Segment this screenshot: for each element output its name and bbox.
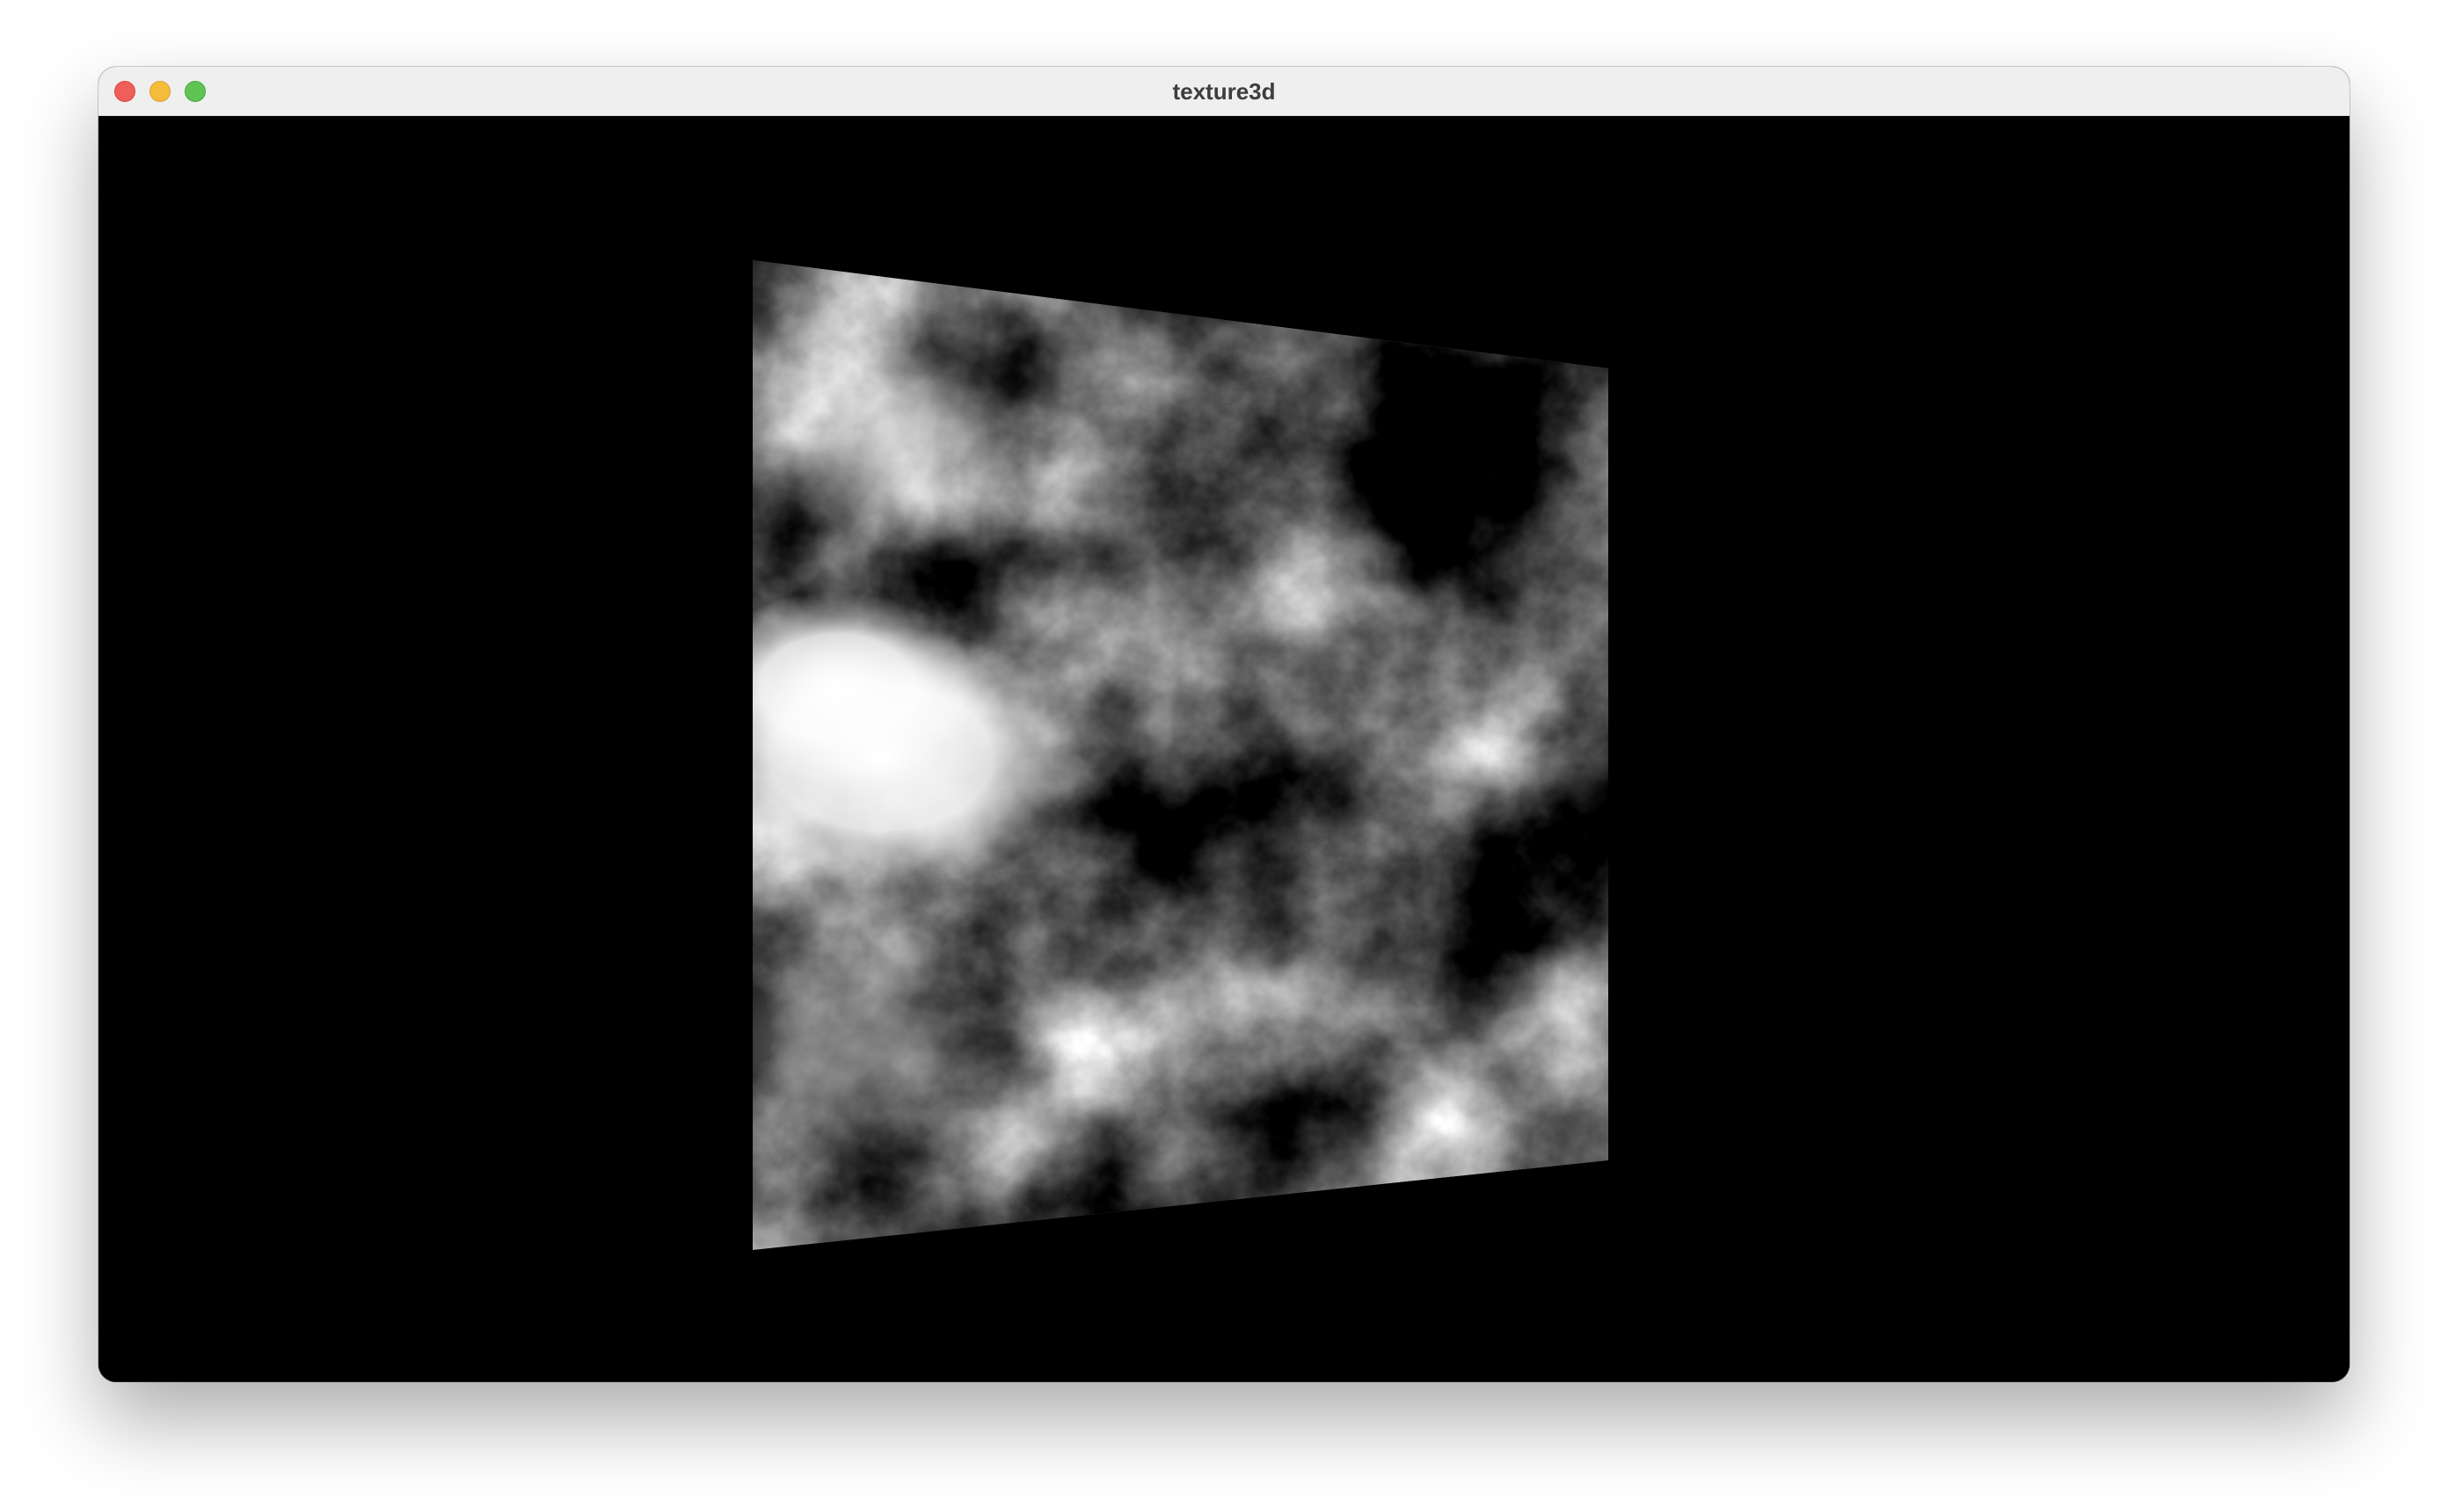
textured-quad bbox=[753, 260, 1608, 1250]
viewport-canvas bbox=[98, 116, 2350, 1382]
app-window: texture3d bbox=[98, 67, 2350, 1382]
title-bar[interactable]: texture3d bbox=[98, 67, 2350, 116]
render-viewport[interactable] bbox=[98, 116, 2350, 1382]
window-title: texture3d bbox=[1172, 78, 1276, 105]
light-cloud-region bbox=[753, 327, 1048, 556]
